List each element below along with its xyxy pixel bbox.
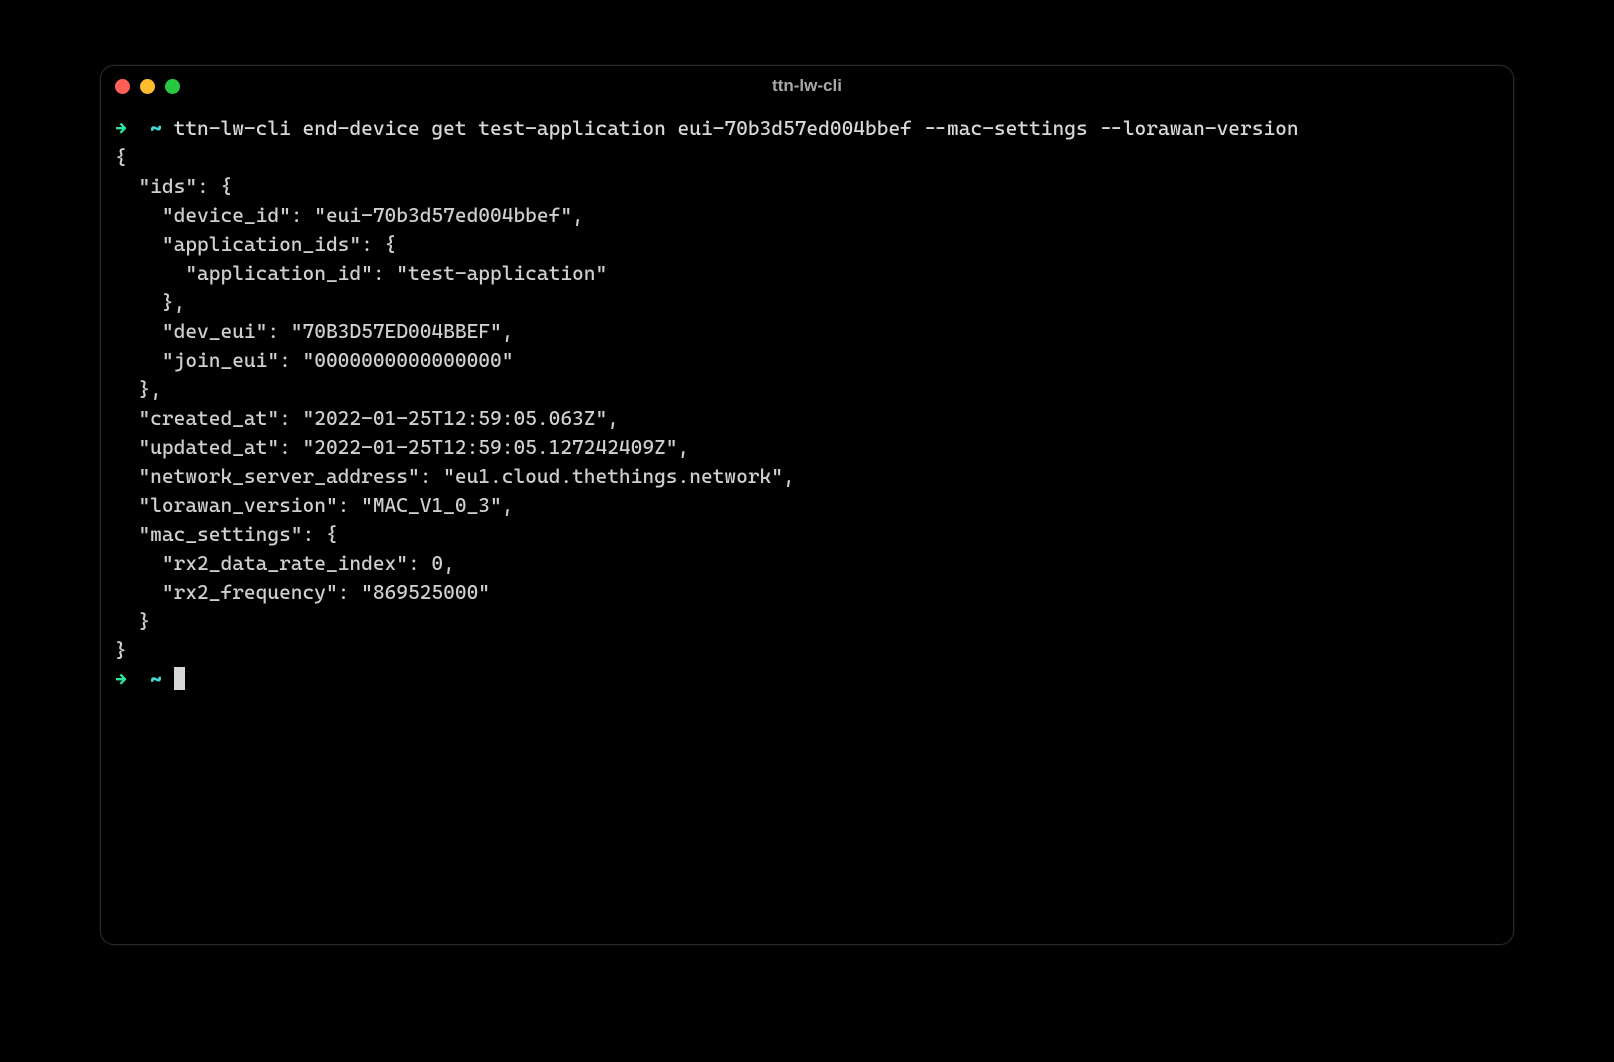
output-line: "rx2_data_rate_index": 0, [115,551,455,575]
prompt-tilde: ~ [150,116,162,140]
command-text: ttn-lw-cli end-device get test-applicati… [174,116,1299,140]
output-line: "mac_settings": { [115,522,338,546]
output-line: "updated_at": "2022-01-25T12:59:05.12724… [115,435,689,459]
output-line: "dev_eui": "70B3D57ED004BBEF", [115,319,513,343]
output-line: "rx2_frequency": "869525000" [115,580,490,604]
output-line: }, [115,290,185,314]
output-line: "ids": { [115,174,232,198]
output-line: "lorawan_version": "MAC_V1_0_3", [115,493,513,517]
output-line: "device_id": "eui-70b3d57ed004bbef", [115,203,584,227]
terminal-window: ttn-lw-cli → ~ ttn-lw-cli end-device get… [100,65,1514,945]
output-line: } [115,609,150,633]
output-line: "application_id": "test-application" [115,261,607,285]
close-icon[interactable] [115,79,130,94]
window-controls [115,79,180,94]
prompt-arrow-icon: → [115,116,127,140]
output-line: "created_at": "2022-01-25T12:59:05.063Z"… [115,406,619,430]
output-line: "application_ids": { [115,232,396,256]
output-line: "join_eui": "0000000000000000" [115,348,513,372]
prompt-arrow-icon: → [115,667,127,691]
cursor-icon [174,667,185,690]
minimize-icon[interactable] [140,79,155,94]
output-line: { [115,145,127,169]
prompt-tilde: ~ [150,667,162,691]
output-line: } [115,638,127,662]
output-line: "network_server_address": "eu1.cloud.the… [115,464,795,488]
window-title: ttn-lw-cli [101,76,1513,96]
terminal-body[interactable]: → ~ ttn-lw-cli end-device get test-appli… [101,106,1513,944]
output-line: }, [115,377,162,401]
zoom-icon[interactable] [165,79,180,94]
titlebar: ttn-lw-cli [101,66,1513,106]
